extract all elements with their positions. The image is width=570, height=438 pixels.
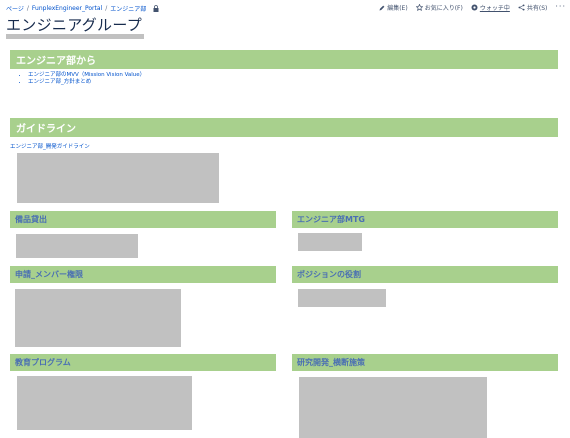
section-positions-header: ポジションの役割	[292, 266, 558, 283]
section-rnd-header: 研究開発_横断施策	[292, 354, 558, 371]
list-item: エンジニア部_方針まとめ	[28, 79, 145, 86]
section-guidelines-header: ガイドライン	[10, 118, 558, 137]
section-equipment-header: 備品貸出	[10, 211, 276, 228]
from-eng-link-list: エンジニア部のMVV（Mission Vision Value） エンジニア部_…	[20, 72, 145, 86]
star-icon	[415, 4, 423, 11]
more-actions-button[interactable]: ···	[555, 2, 566, 10]
share-button[interactable]: 共有(S)	[518, 3, 548, 12]
edit-button[interactable]: 編集(E)	[379, 3, 408, 12]
dev-guideline-link[interactable]: エンジニア部_開発ガイドライン	[10, 142, 90, 150]
page-byline-placeholder	[6, 34, 144, 39]
page-title: エンジニアグループ	[6, 16, 143, 34]
watch-label: ウォッチ中	[479, 5, 510, 12]
rnd-content-placeholder	[299, 377, 487, 438]
section-equipment-title: 備品貸出	[15, 215, 47, 224]
breadcrumb-item-engineering[interactable]: エンジニア部	[110, 4, 146, 13]
section-guidelines-title: ガイドライン	[16, 124, 76, 135]
section-education-header: 教育プログラム	[10, 354, 276, 371]
confluence-page: ページ / FunplexEngineer_Portal / エンジニア部 編集…	[0, 0, 570, 438]
page-actions: 編集(E) お気に入り(F) ウォッチ中 共有(S) ···	[379, 2, 566, 12]
breadcrumb-item-pages[interactable]: ページ	[6, 4, 24, 13]
list-item: エンジニア部のMVV（Mission Vision Value）	[28, 72, 145, 79]
favorite-button[interactable]: お気に入り(F)	[415, 3, 463, 12]
favorite-label: お気に入り(F)	[424, 5, 463, 12]
watch-button[interactable]: ウォッチ中	[471, 3, 510, 12]
education-content-placeholder	[17, 376, 192, 430]
section-from-eng-title: エンジニア部から	[16, 56, 96, 67]
positions-content-placeholder	[298, 289, 386, 307]
equipment-content-placeholder	[16, 234, 138, 258]
share-icon	[518, 4, 525, 11]
pencil-icon	[379, 5, 385, 11]
breadcrumb-separator: /	[105, 5, 108, 12]
section-education-title: 教育プログラム	[15, 358, 71, 367]
section-apply-title: 申請_メンバー権限	[15, 270, 83, 279]
mvv-link[interactable]: エンジニア部のMVV（Mission Vision Value）	[28, 72, 145, 78]
guidelines-content-placeholder	[17, 153, 219, 203]
breadcrumb-item-portal[interactable]: FunplexEngineer_Portal	[32, 5, 102, 12]
section-eng-mtg-title: エンジニア部MTG	[297, 215, 365, 224]
section-from-eng-header: エンジニア部から	[10, 50, 558, 69]
eng-mtg-content-placeholder	[298, 233, 362, 251]
breadcrumb-separator: /	[26, 5, 29, 12]
apply-content-placeholder	[15, 289, 181, 347]
lock-icon[interactable]	[153, 5, 159, 12]
share-label: 共有(S)	[526, 5, 548, 12]
section-positions-title: ポジションの役割	[297, 270, 361, 279]
section-eng-mtg-header: エンジニア部MTG	[292, 211, 558, 228]
breadcrumb: ページ / FunplexEngineer_Portal / エンジニア部	[6, 4, 159, 13]
edit-label: 編集(E)	[387, 5, 408, 12]
section-rnd-title: 研究開発_横断施策	[297, 358, 365, 367]
policy-link[interactable]: エンジニア部_方針まとめ	[28, 79, 91, 85]
section-apply-header: 申請_メンバー権限	[10, 266, 276, 283]
eye-icon	[471, 4, 478, 11]
